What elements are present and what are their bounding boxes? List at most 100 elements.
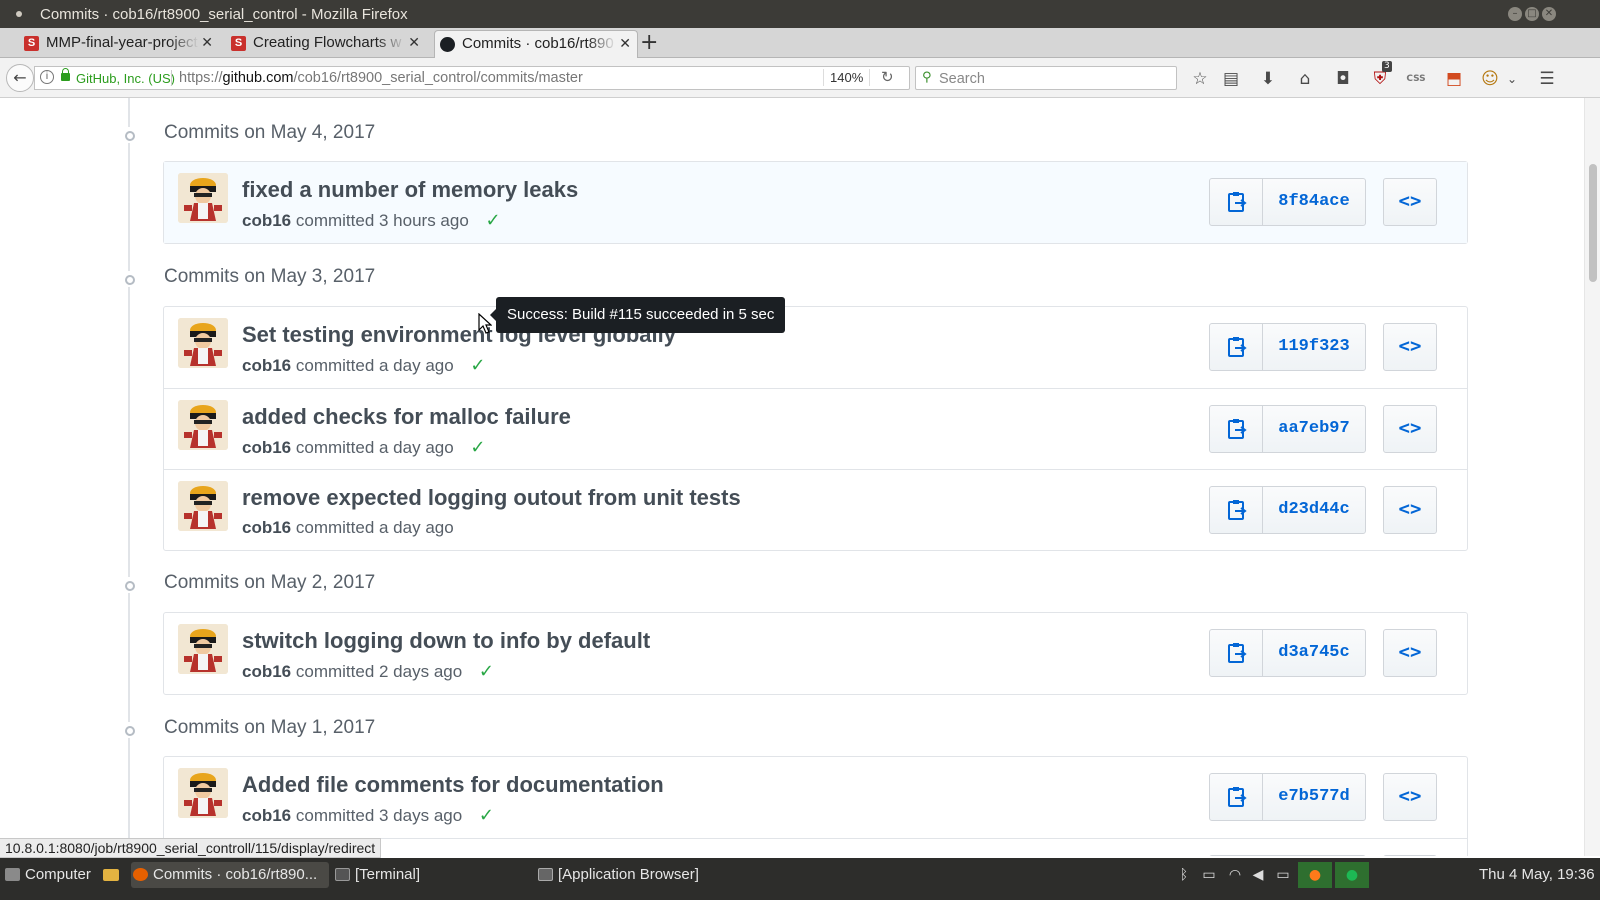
url-bar[interactable]: i GitHub, Inc. (US) https://github.com/c… [34,66,910,90]
maximize-icon[interactable]: □ [1525,7,1539,21]
copy-sha-button[interactable] [1209,855,1263,856]
addon-icon[interactable]: ⬒ [1443,68,1465,90]
browse-repo-button[interactable]: <> [1383,629,1437,677]
scrollbar-thumb[interactable] [1589,164,1597,282]
commit-author[interactable]: cob16 [242,356,291,375]
commit-message[interactable]: Added file comments for documentation [242,772,664,798]
commit-time: committed a day ago [295,518,454,537]
reading-list-icon[interactable]: ▤ [1220,68,1242,90]
copy-sha-button[interactable] [1209,405,1263,453]
build-status-tooltip: Success: Build #115 succeeded in 5 sec [489,297,786,333]
bookmark-star-icon[interactable]: ☆ [1189,68,1211,90]
browse-repo-button[interactable]: <> [1383,486,1437,534]
browse-repo-button[interactable]: <> [1383,323,1437,371]
avatar[interactable] [178,318,228,368]
copy-sha-button[interactable] [1209,629,1263,677]
avatar[interactable] [178,624,228,674]
commit-author[interactable]: cob16 [242,662,291,681]
clipboard-icon [1228,337,1247,357]
taskbar-item-application-browser[interactable]: [Application Browser] [536,862,699,888]
pocket-icon[interactable]: ◘ [1332,68,1354,90]
copy-sha-button[interactable] [1209,178,1263,226]
commit-author[interactable]: cob16 [242,806,291,825]
avatar[interactable] [178,400,228,450]
commit-sha-link[interactable]: aa7eb97 [1262,405,1366,453]
clipboard-icon [1228,643,1247,663]
commit-author[interactable]: cob16 [242,211,291,230]
commit-message[interactable]: remove expected logging outout from unit… [242,485,741,511]
build-status-check-icon[interactable]: ✓ [470,437,485,458]
site-identity[interactable]: GitHub, Inc. (US) [76,71,175,86]
back-button[interactable]: ← [6,64,34,92]
commit-message[interactable]: added checks for malloc failure [242,404,571,430]
copy-sha-button[interactable] [1209,773,1263,821]
commit-group-icon [120,271,138,287]
wifi-icon[interactable]: ◠ [1224,862,1246,888]
downloads-icon[interactable]: ⬇ [1257,68,1279,90]
url-text[interactable]: https://github.com/cob16/rt8900_serial_c… [179,70,583,86]
build-status-check-icon[interactable]: ✓ [479,661,494,682]
navigation-toolbar: ← i GitHub, Inc. (US) https://github.com… [0,58,1600,98]
keyboard-icon[interactable]: ▭ [1272,862,1294,888]
search-input[interactable]: ⚲ Search [915,66,1177,90]
browse-repo-button[interactable] [1383,855,1437,856]
taskbar-item-terminal[interactable]: [Terminal] [333,862,420,888]
window-menu-icon[interactable] [16,11,22,17]
chevron-down-icon[interactable]: ⌄ [1501,68,1523,90]
greasemonkey-icon[interactable]: ☺ [1479,68,1501,90]
info-icon[interactable]: i [40,70,54,84]
commit-message[interactable]: fixed a number of memory leaks [242,177,578,203]
minimize-icon[interactable]: – [1508,7,1522,21]
commit-author[interactable]: cob16 [242,518,291,537]
tab-commits[interactable]: Commits · cob16/rt890 ✕ [434,30,638,58]
hamburger-menu-icon[interactable]: ☰ [1536,68,1558,90]
commit-sha-link[interactable]: d3a745c [1262,629,1366,677]
tab-close-icon[interactable]: ✕ [408,30,420,56]
copy-sha-button[interactable] [1209,486,1263,534]
copy-sha-button[interactable] [1209,323,1263,371]
home-icon[interactable]: ⌂ [1294,68,1316,90]
css-addon-icon[interactable]: CSS [1405,68,1427,90]
new-tab-button[interactable]: + [640,30,658,56]
browse-repo-button[interactable]: <> [1383,178,1437,226]
commit-sha-link[interactable]: d23d44c [1262,486,1366,534]
browse-repo-button[interactable]: <> [1383,773,1437,821]
build-status-check-icon[interactable]: ✓ [470,355,485,376]
zoom-indicator[interactable]: 140% [823,69,871,86]
clock[interactable]: Thu 4 May, 19:36 [1479,862,1595,888]
tab-mmp-final-year-project[interactable]: S MMP-final-year-project ✕ [19,30,219,58]
commit-sha-link[interactable]: e7b577d [1262,773,1366,821]
close-window-icon[interactable]: ✕ [1542,7,1556,21]
taskbar-item-firefox[interactable]: Commits · cob16/rt890... [131,862,329,888]
status-url-overlay: 10.8.0.1:8080/job/rt8900_serial_controll… [0,838,382,858]
reload-icon[interactable]: ↻ [881,68,894,86]
tab-close-icon[interactable]: ✕ [619,31,631,57]
commit-author[interactable]: cob16 [242,438,291,457]
commit-actions: d3a745c <> [1209,629,1439,679]
bluetooth-icon[interactable]: ᛒ [1176,862,1192,888]
lock-icon[interactable] [61,68,70,81]
volume-icon[interactable]: ◀ [1248,862,1268,888]
ublock-icon[interactable]: ⛨ 3 [1369,61,1392,90]
build-status-check-icon[interactable]: ✓ [479,805,494,826]
scribd-favicon-icon: S [24,36,39,51]
window-titlebar: Commits · cob16/rt8900_serial_control - … [0,0,1600,28]
avatar[interactable] [178,768,228,818]
tab-close-icon[interactable]: ✕ [201,30,213,56]
build-status-check-icon[interactable]: ✓ [486,210,501,231]
spotify-tray-icon[interactable]: ● [1335,862,1369,888]
commit-sha-link[interactable]: 119f323 [1262,323,1366,371]
desktop-taskbar: Computer Commits · cob16/rt890... [Termi… [0,858,1600,900]
avatar[interactable] [178,481,228,531]
vertical-scrollbar[interactable] [1584,98,1600,856]
browse-repo-button[interactable]: <> [1383,405,1437,453]
commit-message[interactable]: stwitch logging down to info by default [242,628,650,654]
commit-sha-link[interactable] [1262,855,1366,856]
taskbar-item-computer[interactable]: Computer [3,862,120,888]
commit-sha-link[interactable]: 8f84ace [1262,178,1366,226]
avatar[interactable] [178,173,228,223]
tab-creating-flowcharts[interactable]: S Creating Flowcharts w ✕ [226,30,426,58]
firefox-tray-icon[interactable]: ● [1298,862,1332,888]
folder-icon[interactable] [103,869,120,882]
battery-icon[interactable]: ▭ [1198,862,1220,888]
